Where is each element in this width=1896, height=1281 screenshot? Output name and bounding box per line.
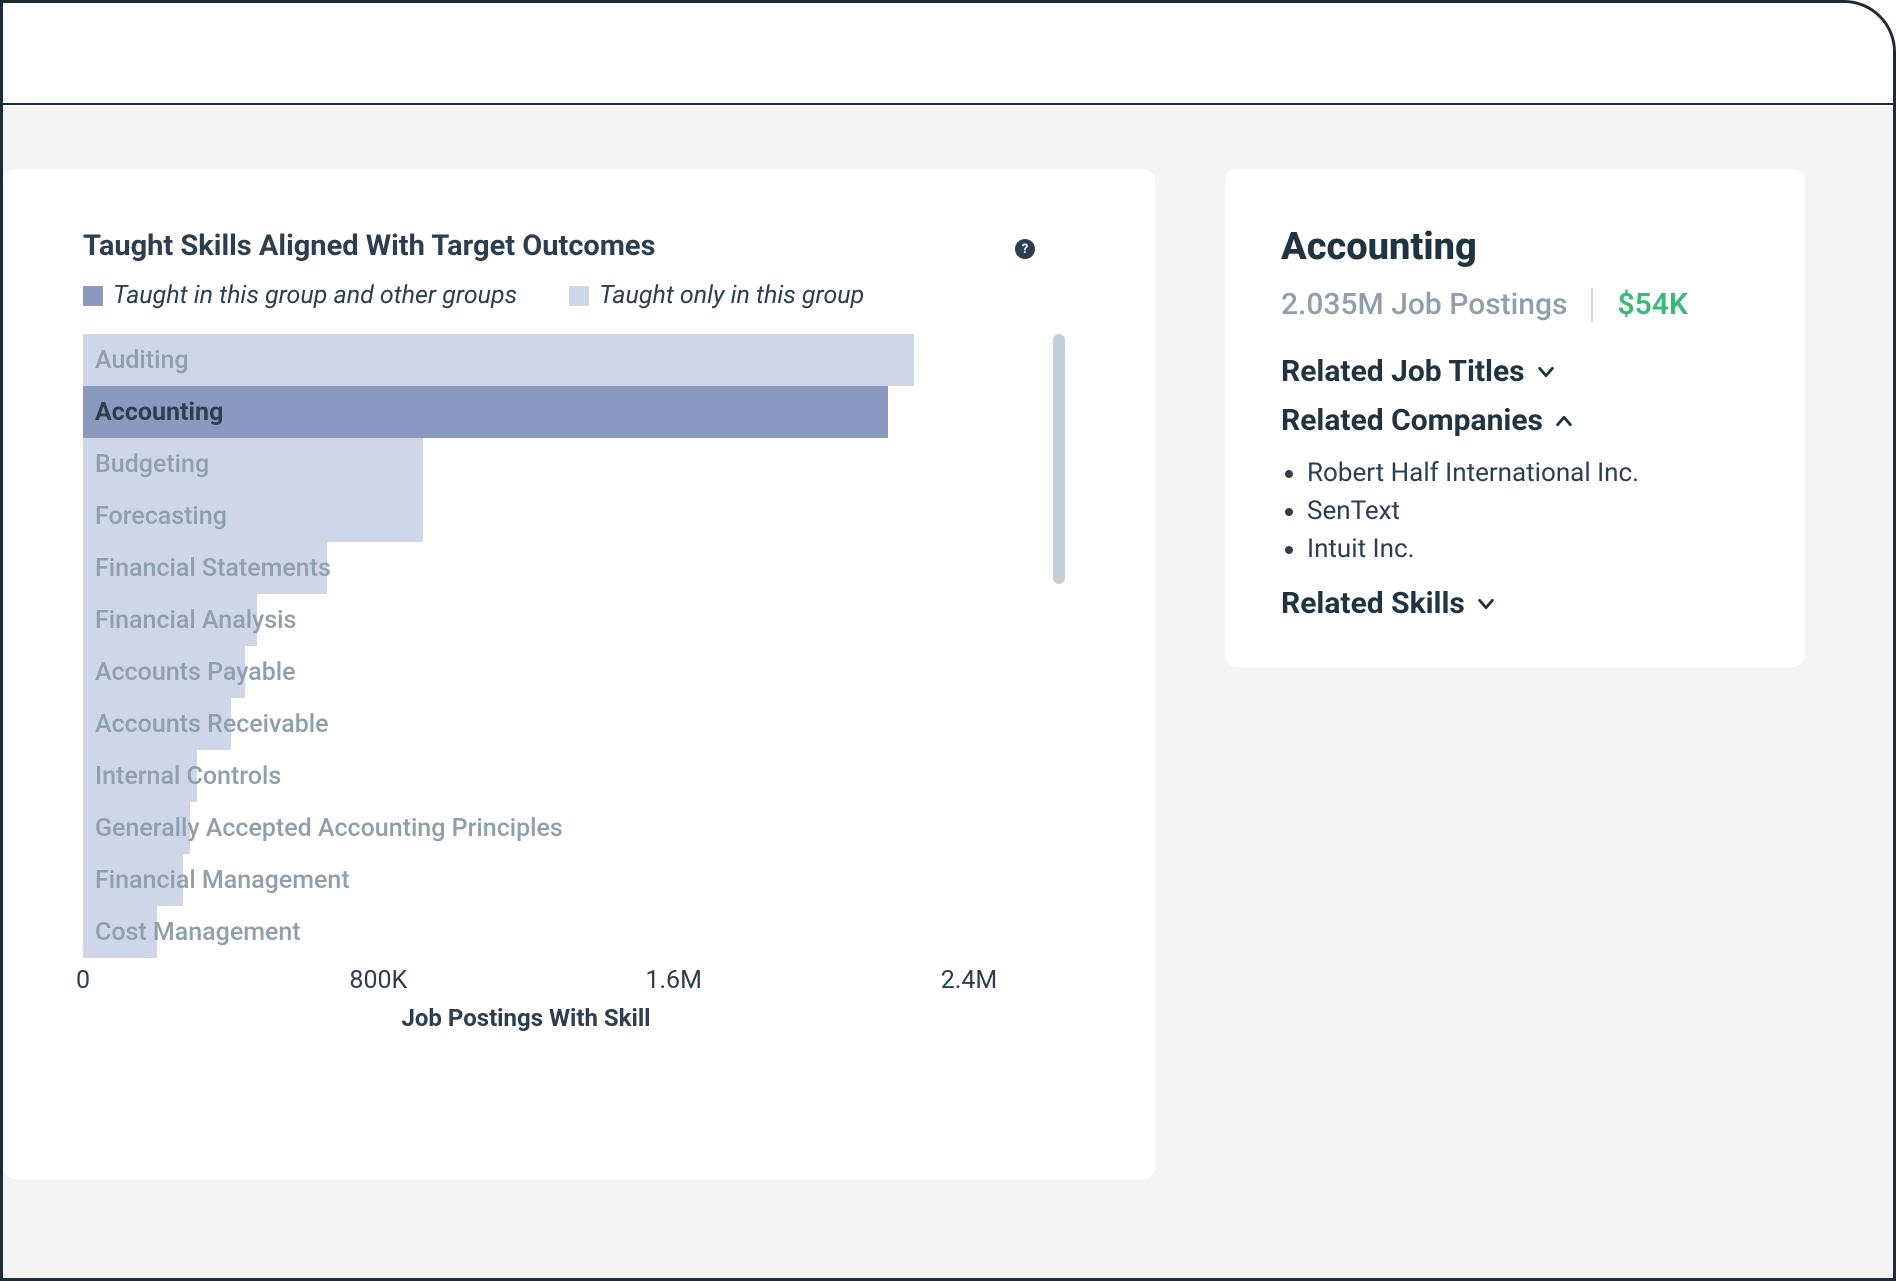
detail-card: Accounting 2.035M Job Postings $54K Rela… [1225, 169, 1805, 667]
chart-title: Taught Skills Aligned With Target Outcom… [83, 229, 1077, 263]
x-tick: 800K [349, 966, 407, 995]
legend-swatch-a [83, 286, 103, 306]
accordion-title-job-titles: Related Job Titles [1281, 354, 1525, 389]
accordion-header-skills[interactable]: Related Skills [1281, 586, 1749, 621]
accordion-body-companies: Robert Half International Inc. SenText Int… [1281, 458, 1749, 564]
chevron-down-icon [1475, 593, 1497, 615]
bar-label: Budgeting [95, 450, 209, 479]
bar-fill: Budgeting [83, 438, 423, 490]
bar-label: Financial Statements [95, 554, 331, 583]
app-window: Taught Skills Aligned With Target Outcom… [0, 0, 1896, 1281]
bar-fill: Financial Analysis [83, 594, 257, 646]
chart-bars: Auditing Accounting Budgeting Forecasting Fi… [83, 334, 969, 958]
help-icon[interactable]: ? [1015, 239, 1035, 259]
salary-value: $54K [1617, 287, 1687, 322]
chart-scrollbar[interactable] [1053, 334, 1065, 944]
bar-label: Accounts Receivable [95, 710, 329, 739]
bar-label: Financial Management [95, 866, 350, 895]
x-tick: 1.6M [645, 966, 702, 995]
accordion-title-skills: Related Skills [1281, 586, 1465, 621]
chart-card: Taught Skills Aligned With Target Outcom… [3, 169, 1155, 1179]
bar-row[interactable]: Generally Accepted Accounting Principles [83, 802, 969, 854]
bar-label: Auditing [95, 346, 189, 375]
bar-label: Cost Management [95, 918, 301, 947]
scrollbar-thumb[interactable] [1053, 334, 1065, 584]
chart-plot-area: Auditing Accounting Budgeting Forecasting Fi… [83, 334, 969, 964]
bar-fill: Auditing [83, 334, 914, 386]
legend-item-series-a: Taught in this group and other groups [83, 281, 517, 310]
chevron-down-icon [1535, 361, 1557, 383]
chevron-up-icon [1553, 410, 1575, 432]
bar-row[interactable]: Accounts Receivable [83, 698, 969, 750]
bar-row[interactable]: Cost Management [83, 906, 969, 958]
x-tick: 2.4M [941, 966, 998, 995]
legend-item-series-b: Taught only in this group [569, 281, 864, 310]
bar-label: Internal Controls [95, 762, 281, 791]
bar-row[interactable]: Financial Statements [83, 542, 969, 594]
bar-fill: Financial Management [83, 854, 183, 906]
top-bar [3, 3, 1893, 105]
bar-fill: Financial Statements [83, 542, 327, 594]
chart-legend: Taught in this group and other groups Ta… [83, 281, 1077, 310]
x-tick: 0 [76, 966, 90, 995]
bar-label: Forecasting [95, 502, 227, 531]
legend-label-a: Taught in this group and other groups [113, 281, 517, 310]
bar-row[interactable]: Financial Analysis [83, 594, 969, 646]
accordion-title-companies: Related Companies [1281, 403, 1543, 438]
detail-stats: 2.035M Job Postings $54K [1281, 287, 1749, 322]
bar-row[interactable]: Forecasting [83, 490, 969, 542]
bar-row[interactable]: Accounts Payable [83, 646, 969, 698]
bar-row[interactable]: Financial Management [83, 854, 969, 906]
bar-fill: Internal Controls [83, 750, 197, 802]
accordion-header-job-titles[interactable]: Related Job Titles [1281, 354, 1749, 389]
stats-divider [1591, 288, 1593, 322]
accordion: Related Job Titles Related Companies Rob… [1281, 354, 1749, 621]
bar-fill: Accounts Payable [83, 646, 245, 698]
bar-row[interactable]: Budgeting [83, 438, 969, 490]
legend-label-b: Taught only in this group [599, 281, 864, 310]
company-item: SenText [1307, 496, 1749, 526]
bar-fill: Forecasting [83, 490, 423, 542]
bar-fill: Accounting [83, 386, 888, 438]
legend-swatch-b [569, 286, 589, 306]
accordion-header-companies[interactable]: Related Companies [1281, 403, 1749, 438]
job-postings-count: 2.035M Job Postings [1281, 287, 1567, 322]
x-axis-label: Job Postings With Skill [83, 1004, 969, 1032]
bar-fill: Cost Management [83, 906, 157, 958]
bar-fill: Accounts Receivable [83, 698, 231, 750]
bar-label: Accounts Payable [95, 658, 296, 687]
bar-row[interactable]: Accounting [83, 386, 969, 438]
bar-row[interactable]: Internal Controls [83, 750, 969, 802]
bar-row[interactable]: Auditing [83, 334, 969, 386]
detail-title: Accounting [1281, 225, 1749, 269]
bar-label: Accounting [95, 398, 223, 427]
bar-label: Financial Analysis [95, 606, 296, 635]
company-item: Intuit Inc. [1307, 534, 1749, 564]
bar-label: Generally Accepted Accounting Principles [95, 814, 563, 843]
company-item: Robert Half International Inc. [1307, 458, 1749, 488]
bar-fill: Generally Accepted Accounting Principles [83, 802, 190, 854]
